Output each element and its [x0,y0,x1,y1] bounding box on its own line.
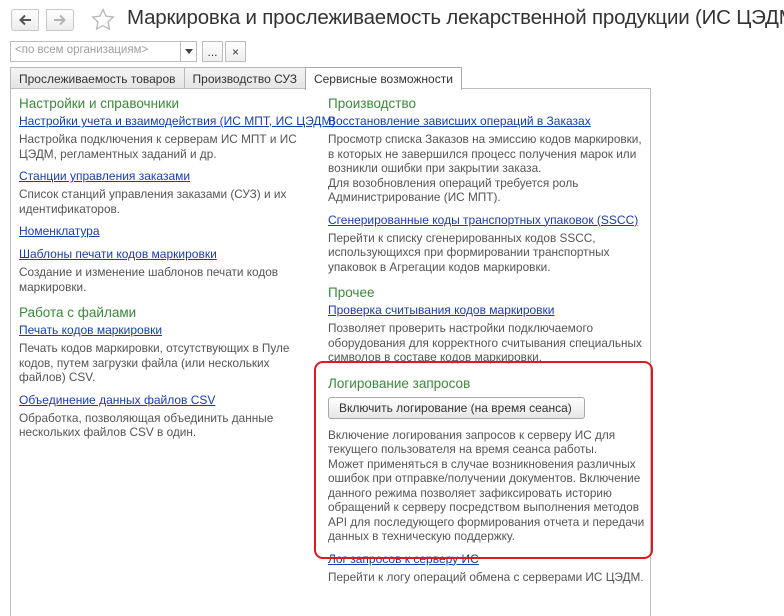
arrow-left-icon [19,14,31,26]
tab-traceability[interactable]: Прослеживаемость товаров [10,67,185,89]
organization-dropdown-button[interactable] [180,41,197,62]
scan-check-link[interactable]: Проверка считывания кодов маркировки [328,303,646,317]
order-stations-desc: Список станций управления заказами (СУЗ)… [19,187,287,216]
page-title: Маркировка и прослеживаемость лекарствен… [127,6,784,29]
restore-orders-desc: Просмотр списка Заказов на эмиссию кодов… [328,132,642,204]
left-column: Настройки и справочники Настройки учета … [19,96,335,448]
order-stations-link[interactable]: Станции управления заказами [19,169,309,183]
print-codes-link[interactable]: Печать кодов маркировки [19,323,309,337]
forward-button[interactable] [46,9,74,31]
logging-highlight-box [314,361,653,559]
arrow-right-icon [54,14,66,26]
favorite-star-icon[interactable] [90,7,116,33]
sscc-codes-desc: Перейти к списку сгенерированных кодов S… [328,230,610,274]
settings-integration-link[interactable]: Настройки учета и взаимодействия (ИС МПТ… [19,114,335,128]
tab-production-suz[interactable]: Производство СУЗ [183,67,306,89]
settings-integration-desc: Настройка подключения к серверам ИС МПТ … [19,132,297,161]
tab-bar: Прослеживаемость товаров Производство СУ… [10,67,462,90]
tab-service-features[interactable]: Сервисные возможности [304,67,462,90]
section-title-other: Прочее [328,285,375,300]
chevron-down-icon [184,49,193,54]
organization-select-button[interactable]: ... [202,41,223,62]
nomenclature-link[interactable]: Номенклатура [19,224,309,238]
sscc-codes-link[interactable]: Сгенерированные коды транспортных упаков… [328,213,646,227]
organization-input[interactable]: <по всем организациям> [10,41,180,62]
restore-orders-link[interactable]: Восстановление зависших операций в Заказ… [328,114,646,128]
merge-csv-desc: Обработка, позволяющая объединить данные… [19,410,274,440]
organization-filter: <по всем организациям> ... × [10,41,246,62]
print-templates-desc: Создание и изменение шаблонов печати код… [19,265,279,294]
merge-csv-link[interactable]: Объединение данных файлов CSV [19,393,309,407]
section-title-production: Производство [328,96,417,111]
print-templates-link[interactable]: Шаблоны печати кодов маркировки [19,247,309,261]
title-bar: Маркировка и прослеживаемость лекарствен… [0,0,784,40]
print-codes-desc: Печать кодов маркировки, отсутствующих в… [19,341,290,384]
organization-clear-button[interactable]: × [225,41,246,62]
section-title-settings: Настройки и справочники [19,96,180,111]
scan-check-desc: Позволяет проверить настройки подключаем… [328,321,642,364]
back-button[interactable] [11,9,39,31]
section-title-files: Работа с файлами [19,305,137,320]
request-log-desc: Перейти к логу операций обмена с сервера… [328,569,644,584]
